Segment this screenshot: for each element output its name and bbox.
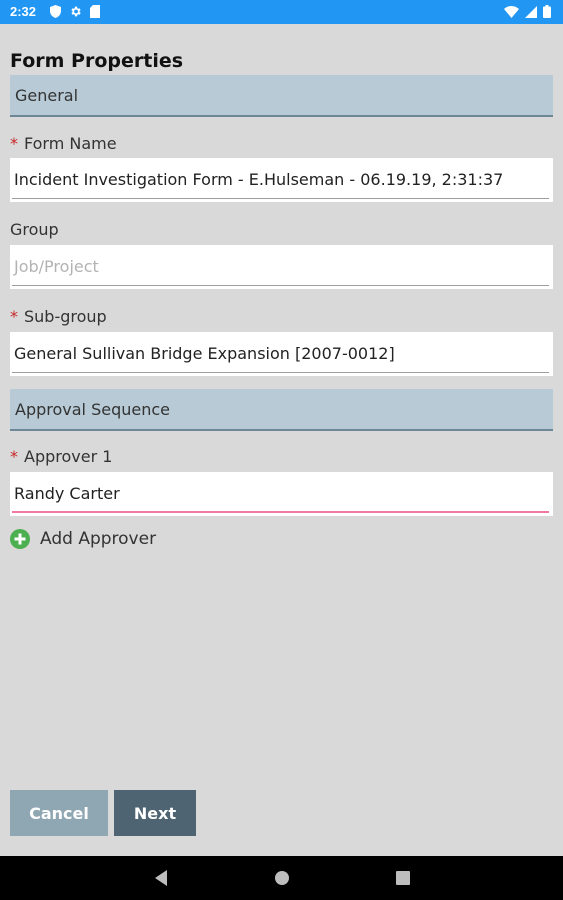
group-field[interactable]: Job/Project	[10, 245, 553, 289]
recent-apps-icon[interactable]	[395, 869, 411, 887]
sub-group-label: * Sub-group	[10, 307, 107, 326]
section-header-approval: Approval Sequence	[10, 389, 553, 431]
required-marker: *	[10, 447, 18, 466]
required-marker: *	[10, 307, 18, 326]
section-header-general: General	[10, 75, 553, 117]
screen: 2:32 Form Properties General * Form Name…	[0, 0, 563, 900]
sub-group-underline	[12, 372, 549, 373]
form-name-underline	[12, 198, 549, 199]
section-header-general-label: General	[15, 86, 79, 105]
next-button[interactable]: Next	[114, 790, 196, 836]
form-name-label: * Form Name	[10, 134, 117, 153]
status-right-icons	[504, 5, 551, 18]
cancel-button[interactable]: Cancel	[10, 790, 108, 836]
sub-group-field[interactable]: General Sullivan Bridge Expansion [2007-…	[10, 332, 553, 376]
sd-card-icon	[90, 5, 100, 18]
shield-icon	[50, 5, 61, 18]
status-bar: 2:32	[0, 0, 563, 24]
approver-1-label-text: Approver 1	[24, 447, 113, 466]
approver-1-label: * Approver 1	[10, 447, 112, 466]
section-header-approval-label: Approval Sequence	[15, 400, 170, 419]
add-approver-label: Add Approver	[40, 529, 157, 549]
page-title: Form Properties	[10, 50, 184, 72]
add-approver-button[interactable]: Add Approver	[10, 529, 156, 549]
gear-icon	[69, 5, 82, 18]
sub-group-label-text: Sub-group	[24, 307, 107, 326]
wifi-icon	[504, 5, 519, 18]
approver-1-field[interactable]: Randy Carter	[10, 472, 553, 516]
required-marker: *	[10, 134, 18, 153]
status-left-icons	[50, 5, 100, 18]
home-icon[interactable]	[274, 869, 290, 887]
form-name-value: Incident Investigation Form - E.Hulseman…	[14, 170, 504, 189]
status-time: 2:32	[10, 4, 37, 19]
approver-1-value: Randy Carter	[14, 484, 120, 503]
form-name-field[interactable]: Incident Investigation Form - E.Hulseman…	[10, 158, 553, 202]
group-underline	[12, 285, 549, 286]
battery-icon	[543, 5, 551, 18]
approver-1-underline	[12, 511, 549, 513]
signal-icon	[525, 5, 537, 18]
sub-group-value: General Sullivan Bridge Expansion [2007-…	[14, 344, 395, 363]
back-icon[interactable]	[153, 869, 169, 887]
group-placeholder: Job/Project	[14, 257, 99, 276]
form-name-label-text: Form Name	[24, 134, 117, 153]
system-nav-bar	[0, 856, 563, 900]
group-label-text: Group	[10, 220, 59, 239]
add-circle-icon	[10, 529, 30, 549]
group-label: Group	[10, 220, 59, 239]
